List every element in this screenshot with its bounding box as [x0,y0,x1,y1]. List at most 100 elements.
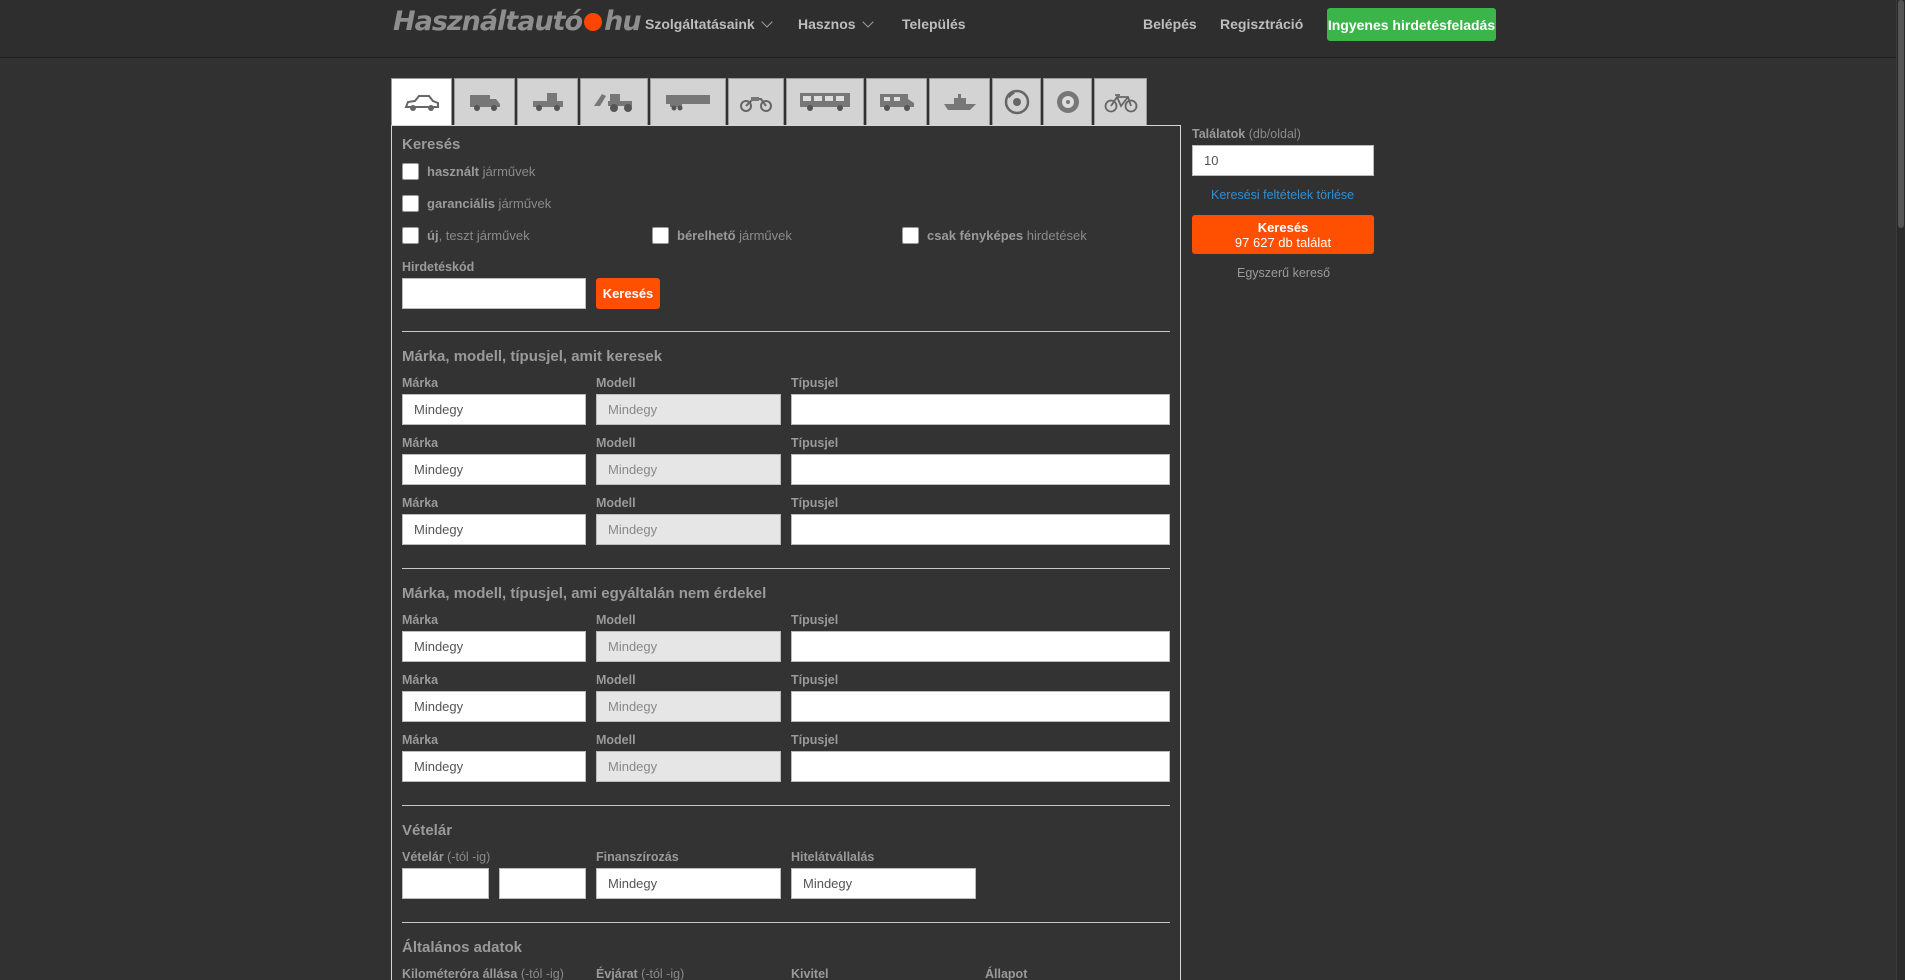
exclude-type-input-3[interactable] [791,751,1170,782]
include-model-select-3[interactable]: Mindegy [596,514,781,545]
login-label: Belépés [1143,16,1197,32]
include-section-title: Márka, modell, típusjel, amit keresek [402,348,663,365]
include-type-input-1[interactable] [791,394,1170,425]
free-ad-button[interactable]: Ingyenes hirdetésfeladás [1327,8,1496,41]
include-model-select-2[interactable]: Mindegy [596,454,781,485]
include-model-select-1[interactable]: Mindegy [596,394,781,425]
clear-filters-link[interactable]: Keresési feltételek törlése [1211,188,1354,202]
exclude-type-input-2[interactable] [791,691,1170,722]
model-label: Modell [596,436,636,450]
nav-settlement[interactable]: Település [902,16,966,32]
login-link[interactable]: Belépés [1143,16,1197,32]
vehicle-category-tabs [391,78,1147,126]
tab-bicycle[interactable] [1094,78,1147,125]
warranty-vehicles-label: garanciális járművek [427,196,552,211]
rentable-vehicles-checkbox[interactable] [652,227,669,244]
results-per-page-label: Találatok (db/oldal) [1192,127,1301,141]
photo-only-checkbox[interactable] [902,227,919,244]
model-label: Modell [596,733,636,747]
scrollbar-thumb[interactable] [1898,0,1904,228]
new-vehicles-option[interactable]: új, teszt járművek [402,227,530,244]
main-search-button[interactable]: Keresés 97 627 db találat [1192,215,1374,254]
register-label: Regisztráció [1220,16,1304,32]
price-section-title: Vételár [402,822,453,839]
adcode-label: Hirdetéskód [402,260,475,274]
divider [402,568,1170,569]
include-brand-select-2[interactable]: Mindegy [402,454,586,485]
brand-label: Márka [402,436,439,450]
model-label: Modell [596,673,636,687]
camper-icon [879,94,914,111]
logo-dot-icon [584,12,603,31]
photo-only-option[interactable]: csak fényképes hirdetések [902,227,1087,244]
tab-tires[interactable] [1043,78,1092,125]
model-label: Modell [596,613,636,627]
motorcycle-icon [740,97,772,112]
type-label: Típusjel [791,496,839,510]
tab-camper[interactable] [866,78,927,125]
exclude-type-input-1[interactable] [791,631,1170,662]
credit-select[interactable]: Mindegy [791,868,976,899]
price-label: Vételár (-tól -ig) [402,850,491,864]
include-brand-select-3[interactable]: Mindegy [402,514,586,545]
exclude-model-select-1[interactable]: Mindegy [596,631,781,662]
financing-select[interactable]: Mindegy [596,868,781,899]
tab-car[interactable] [391,78,452,126]
simple-search-link[interactable]: Egyszerű kereső [1237,266,1330,280]
tab-van[interactable] [454,78,515,125]
logo-text-right: hu [604,6,641,37]
include-brand-select-1[interactable]: Mindegy [402,394,586,425]
exclude-model-select-2[interactable]: Mindegy [596,691,781,722]
nav-services-label: Szolgáltatásaink [645,16,755,32]
used-vehicles-option[interactable]: használt járművek [402,163,535,180]
result-count: 97 627 db találat [1234,234,1332,250]
divider [402,331,1170,332]
tab-machinery[interactable] [580,78,648,125]
brand-label: Márka [402,496,439,510]
exclude-brand-select-3[interactable]: Mindegy [402,751,586,782]
detailed-search-panel: Keresés használt járművek garanciális já… [391,125,1181,980]
exclude-brand-select-1[interactable]: Mindegy [402,631,586,662]
truck-icon [532,93,563,111]
site-logo[interactable]: Használtautó hu [393,6,642,37]
boat-icon [943,94,976,110]
include-type-input-3[interactable] [791,514,1170,545]
nav-useful[interactable]: Hasznos [798,16,874,32]
tab-bus[interactable] [786,78,864,125]
tab-parts[interactable] [992,78,1041,125]
results-per-page-select[interactable]: 10 [1192,145,1374,176]
type-label: Típusjel [791,376,839,390]
van-icon [469,95,500,111]
brand-label: Márka [402,733,439,747]
adcode-search-button[interactable]: Keresés [596,278,660,309]
rentable-vehicles-option[interactable]: bérelhető járművek [652,227,792,244]
used-vehicles-label: használt járművek [427,164,536,179]
km-label: Kilométeróra állása (-tól -ig) [402,967,564,980]
main-search-label: Keresés [1257,219,1309,235]
new-vehicles-checkbox[interactable] [402,227,419,244]
tab-boat[interactable] [929,78,990,125]
warranty-vehicles-checkbox[interactable] [402,195,419,212]
search-section-title: Keresés [402,136,461,153]
used-vehicles-checkbox[interactable] [402,163,419,180]
divider [402,805,1170,806]
include-type-input-2[interactable] [791,454,1170,485]
page-scrollbar[interactable] [1896,0,1905,980]
warranty-vehicles-option[interactable]: garanciális járművek [402,195,551,212]
price-to-input[interactable] [499,868,586,899]
register-link[interactable]: Regisztráció [1220,16,1303,32]
adcode-input[interactable] [402,278,586,309]
price-from-input[interactable] [402,868,489,899]
bicycle-icon [1104,94,1137,113]
tractor-icon [594,94,632,112]
general-section-title: Általános adatok [402,939,523,956]
type-label: Típusjel [791,673,839,687]
tab-trailer[interactable] [650,78,726,125]
nav-services[interactable]: Szolgáltatásaink [645,16,773,32]
logo-text-left: Használtautó [393,6,583,37]
exclude-brand-select-2[interactable]: Mindegy [402,691,586,722]
body-type-label: Kivitel [791,967,829,980]
tab-truck[interactable] [517,78,578,125]
tab-motorcycle[interactable] [728,78,784,125]
exclude-model-select-3[interactable]: Mindegy [596,751,781,782]
